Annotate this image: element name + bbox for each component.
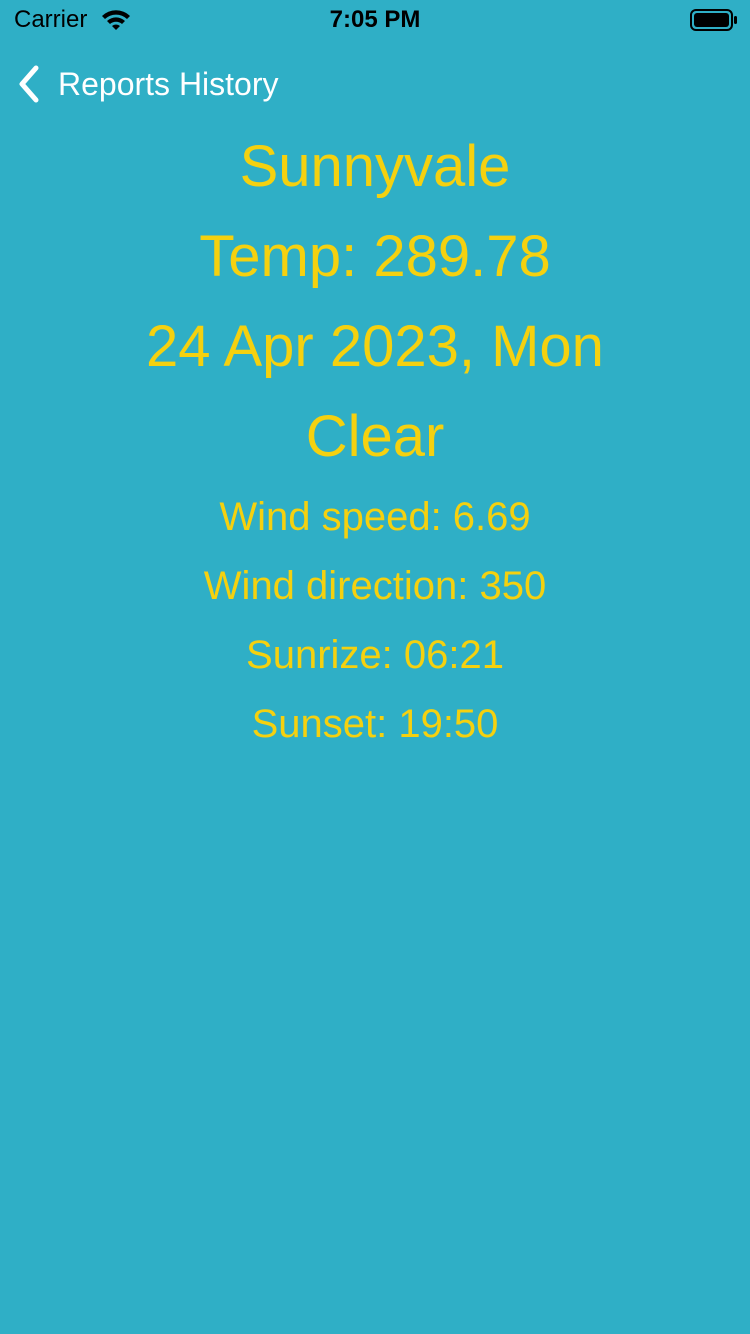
back-button[interactable]: Reports History	[14, 64, 279, 104]
battery-icon	[690, 9, 737, 31]
wind-speed: Wind speed: 6.69	[219, 495, 531, 539]
status-time: 7:05 PM	[329, 6, 421, 33]
sunset-time: Sunset: 19:50	[251, 702, 499, 746]
chevron-left-icon	[19, 65, 39, 103]
report-date: 24 Apr 2023, Mon	[146, 314, 604, 379]
status-bar: Carrier 7:05 PM	[0, 0, 750, 40]
navigation-bar: Reports History	[0, 54, 750, 114]
weather-condition: Clear	[305, 404, 445, 469]
city-name: Sunnyvale	[239, 134, 511, 199]
wind-direction: Wind direction: 350	[203, 564, 547, 608]
sunrise-time: Sunrize: 06:21	[246, 633, 504, 677]
back-button-label: Reports History	[58, 66, 279, 102]
temperature: Temp: 289.78	[199, 224, 551, 289]
